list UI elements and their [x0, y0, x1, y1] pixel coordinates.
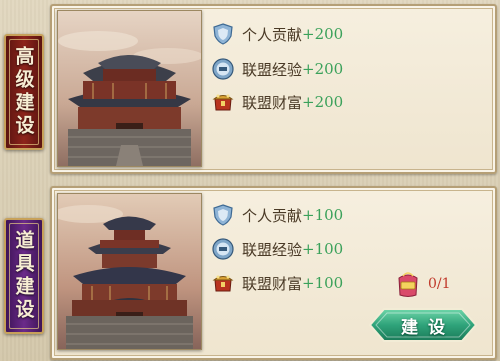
- alliance-exp-badge-icon: [212, 58, 234, 80]
- palace-artwork: [57, 10, 202, 167]
- reward-row-alliance-wealth: 联盟财富 +200: [212, 89, 343, 115]
- shield-badge-icon: [212, 204, 234, 226]
- tab-advanced-build[interactable]: 高级建设: [4, 34, 44, 150]
- reward-row-personal-contribution: 个人贡献 +100: [212, 202, 343, 228]
- shield-badge-icon: [212, 23, 234, 45]
- treasure-chest-icon: [212, 272, 234, 294]
- tab-advanced-build-label: 高级建设: [12, 46, 35, 138]
- reward-row-alliance-exp: 联盟经验 +100: [212, 236, 343, 262]
- reward-row-alliance-wealth: 联盟财富 +100: [212, 270, 343, 296]
- build-button-label: 建设: [401, 317, 455, 338]
- build-button[interactable]: 建设: [368, 306, 478, 344]
- build-progress-count: 0/1: [428, 276, 451, 292]
- tower-artwork: [57, 193, 202, 350]
- tab-item-build[interactable]: 道具建设: [4, 218, 44, 334]
- treasure-chest-icon: [212, 91, 234, 113]
- reward-row-alliance-exp: 联盟经验 +200: [212, 56, 343, 82]
- tab-item-build-label: 道具建设: [12, 230, 35, 322]
- build-token-icon: [396, 270, 420, 298]
- alliance-exp-badge-icon: [212, 238, 234, 260]
- reward-row-personal-contribution: 个人贡献 +200: [212, 21, 343, 47]
